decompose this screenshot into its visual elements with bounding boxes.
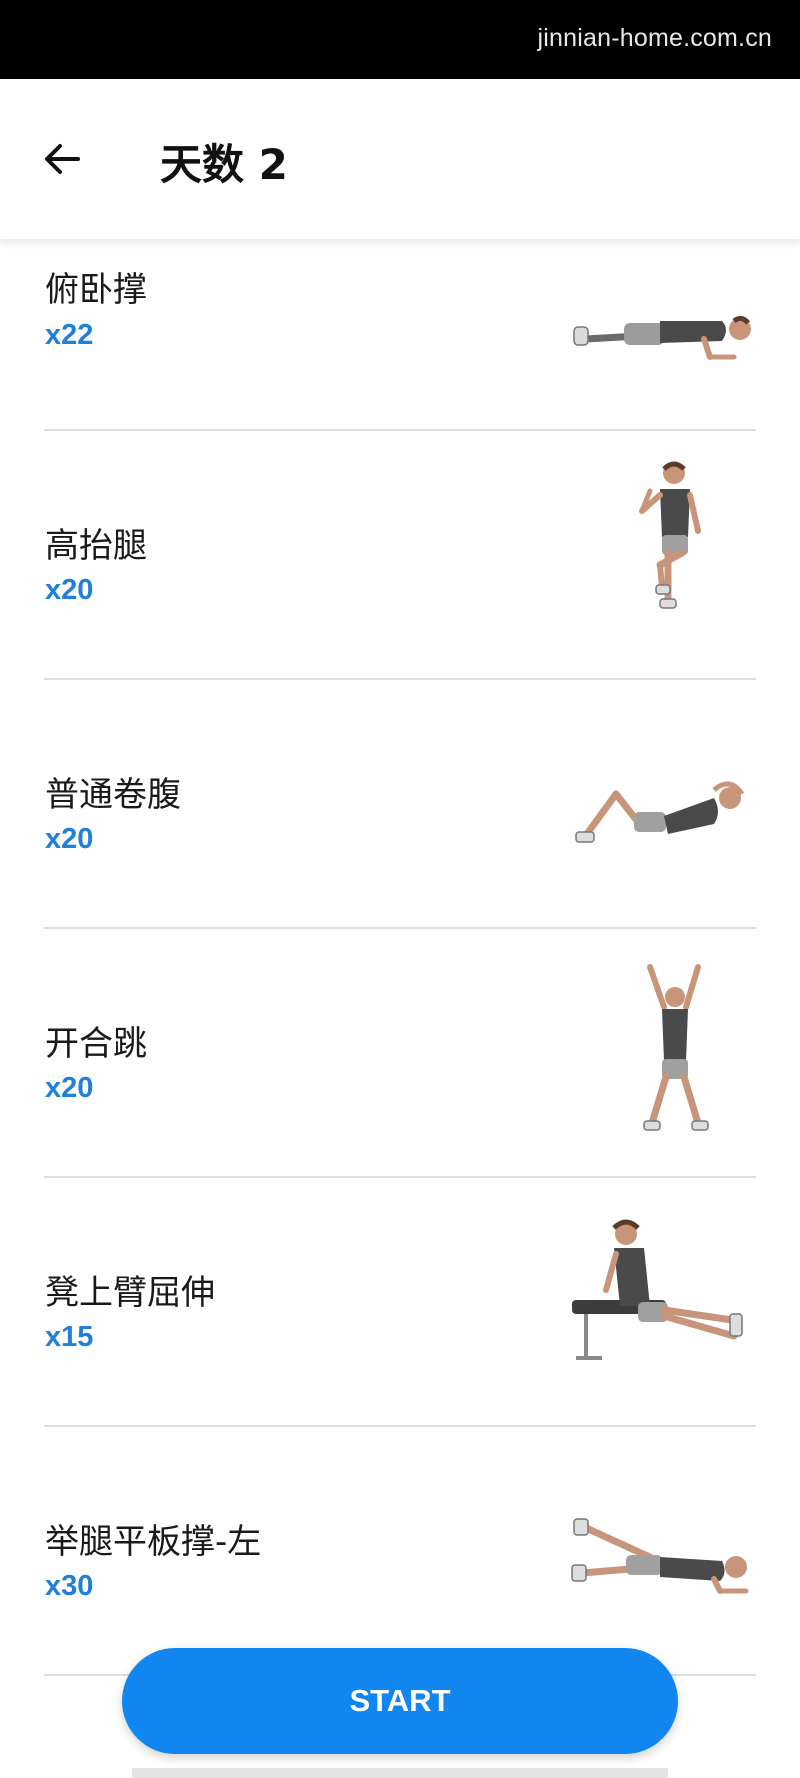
high-knees-figure-icon [639, 461, 701, 609]
jumping-jack-figure-icon [643, 964, 709, 1131]
exercise-row-crunch[interactable]: 普通卷腹 x20 [0, 680, 800, 929]
exercise-name: 凳上臂屈伸 [45, 1273, 215, 1313]
exercise-row-bench-dip[interactable]: 凳上臂屈伸 x15 [0, 1178, 800, 1427]
status-bar: jinnian-home.com.cn [0, 0, 800, 79]
exercise-list[interactable]: 俯卧撑 x22 高抬腿 x20 普通卷腹 x20 开合跳 x20 凳上臂屈伸 x… [0, 239, 800, 1778]
exercise-row-push-up[interactable]: 俯卧撑 x22 [0, 239, 800, 431]
exercise-reps: x20 [45, 574, 94, 606]
push-up-figure-icon [573, 315, 751, 360]
exercise-reps: x22 [45, 319, 94, 351]
exercise-name: 举腿平板撑-左 [45, 1522, 262, 1562]
exercise-reps: x20 [45, 1072, 94, 1104]
exercise-row-jumping-jack[interactable]: 开合跳 x20 [0, 929, 800, 1178]
exercise-name: 普通卷腹 [45, 775, 181, 815]
exercise-reps: x30 [45, 1570, 94, 1602]
back-button[interactable] [26, 127, 98, 191]
bench-dip-figure-icon [572, 1219, 743, 1360]
watermark: jinnian-home.com.cn [537, 24, 772, 52]
start-button[interactable]: START [122, 1648, 678, 1754]
crunch-figure-icon [575, 781, 745, 843]
exercise-name: 高抬腿 [45, 526, 147, 566]
bottom-strip [132, 1768, 668, 1778]
exercise-reps: x20 [45, 823, 94, 855]
exercise-name: 俯卧撑 [45, 270, 147, 310]
leg-raise-plank-figure-icon [571, 1518, 749, 1594]
exercise-row-high-knees[interactable]: 高抬腿 x20 [0, 431, 800, 680]
arrow-left-icon [45, 144, 80, 174]
page-title: 天数 2 [160, 140, 288, 189]
exercise-name: 开合跳 [45, 1024, 147, 1064]
exercise-row-leg-raise-plank-left[interactable]: 举腿平板撑-左 x30 [0, 1427, 800, 1676]
exercise-reps: x15 [45, 1321, 94, 1353]
app-bar: 天数 2 [0, 79, 800, 239]
